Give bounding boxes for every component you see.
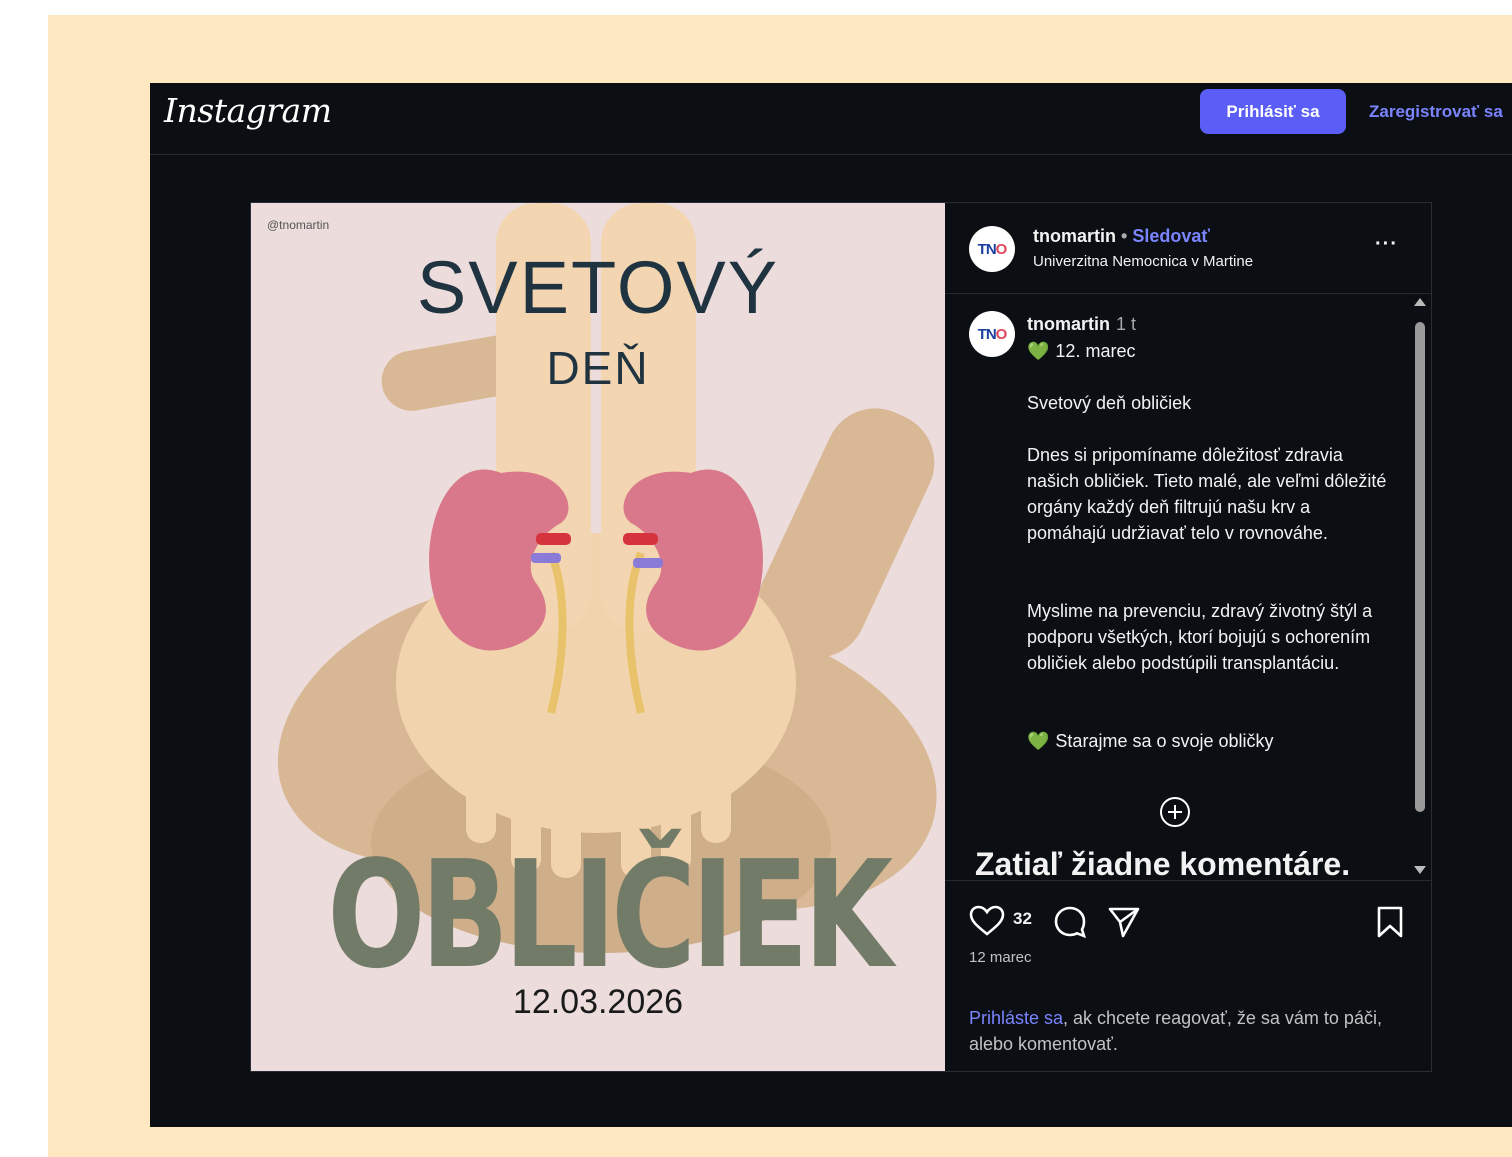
top-bar: Instagram Prihlásiť sa Zaregistrovať sa <box>150 83 1512 155</box>
register-link[interactable]: Zaregistrovať sa <box>1369 102 1503 122</box>
post-sidebar: TN O tnomartin • Sledovať Univerzitna Nem… <box>945 203 1431 1071</box>
no-comments-title: Zatiaľ žiadne komentáre. <box>975 846 1351 880</box>
green-heart-icon: 💚 <box>1027 341 1050 361</box>
avatar-text-o: O <box>995 325 1008 343</box>
image-date: 12.03.2026 <box>512 983 684 1021</box>
scroll-down-arrow-icon[interactable] <box>1414 866 1426 874</box>
post-header-user: tnomartin • Sledovať <box>1033 226 1210 247</box>
caption-paragraph-2: Myslime na prevenciu, zdravý životný štý… <box>1027 601 1373 673</box>
login-prompt: Prihláste sa, ak chcete reagovať, že sa … <box>969 1005 1399 1057</box>
scrollbar-thumb[interactable] <box>1415 322 1425 812</box>
caption-date-text: 12. marec <box>1055 341 1136 361</box>
location-link[interactable]: Univerzitna Nemocnica v Martine <box>1033 253 1253 270</box>
post-date[interactable]: 12 marec <box>969 949 1032 966</box>
caption-line-date: 💚 12. marec <box>1027 338 1135 364</box>
post-actions: 32 12 marec Prihláste sa, ak chcete reag… <box>945 880 1431 1072</box>
page-frame: Instagram Prihlásiť sa Zaregistrovať sa <box>48 15 1512 1157</box>
avatar[interactable]: TN O <box>969 226 1015 272</box>
post-container: @tnomartin SVETOVÝ DEŇ OBLIČIEK 12.03.20… <box>250 202 1432 1072</box>
instagram-window: Instagram Prihlásiť sa Zaregistrovať sa <box>150 83 1512 1127</box>
avatar[interactable]: TN O <box>969 311 1015 357</box>
separator-dot: • <box>1116 226 1133 246</box>
image-title-line1: SVETOVÝ <box>416 246 780 329</box>
comments-scrollbar[interactable] <box>1411 294 1429 880</box>
image-handle-text: @tnomartin <box>267 218 330 232</box>
username-link[interactable]: tnomartin <box>1033 226 1116 246</box>
image-title-line3: OBLIČIEK <box>327 829 893 1001</box>
caption-time[interactable]: 1 t <box>1116 314 1136 334</box>
add-comment-icon[interactable] <box>1160 797 1190 827</box>
login-button[interactable]: Prihlásiť sa <box>1200 89 1346 134</box>
caption-line-end: 💚 Starajme sa o svoje obličky <box>1027 728 1274 754</box>
follow-button[interactable]: Sledovať <box>1132 226 1210 246</box>
image-title-line2: DEŇ <box>546 342 650 394</box>
scroll-up-arrow-icon[interactable] <box>1414 298 1426 306</box>
heart-icon[interactable] <box>969 905 1005 937</box>
caption-username[interactable]: tnomartin <box>1027 314 1110 334</box>
post-header: TN O tnomartin • Sledovať Univerzitna Nem… <box>945 203 1431 294</box>
more-icon[interactable]: ··· <box>1375 233 1398 256</box>
avatar-text-o: O <box>995 240 1008 258</box>
bookmark-icon[interactable] <box>1375 905 1405 939</box>
caption-heading: Svetový deň obličiek <box>1027 393 1192 413</box>
share-icon[interactable] <box>1107 905 1141 939</box>
login-prompt-link[interactable]: Prihláste sa <box>969 1008 1063 1028</box>
green-heart-icon: 💚 <box>1027 731 1050 751</box>
avatar-text: TN <box>977 325 997 343</box>
avatar-text: TN <box>977 240 997 258</box>
instagram-logo[interactable]: Instagram <box>164 91 332 130</box>
caption-user: tnomartin 1 t <box>1027 314 1136 335</box>
comment-icon[interactable] <box>1053 905 1087 939</box>
comments-area[interactable]: TN O tnomartin 1 t 💚 12. marec Svetový deň … <box>945 294 1431 880</box>
caption-paragraph-1: Dnes si pripomíname dôležitosť zdravia n… <box>1027 445 1387 543</box>
post-image[interactable]: @tnomartin SVETOVÝ DEŇ OBLIČIEK 12.03.20… <box>251 203 945 1071</box>
like-count[interactable]: 32 <box>1013 909 1032 929</box>
caption-end-text: Starajme sa o svoje obličky <box>1055 731 1274 751</box>
